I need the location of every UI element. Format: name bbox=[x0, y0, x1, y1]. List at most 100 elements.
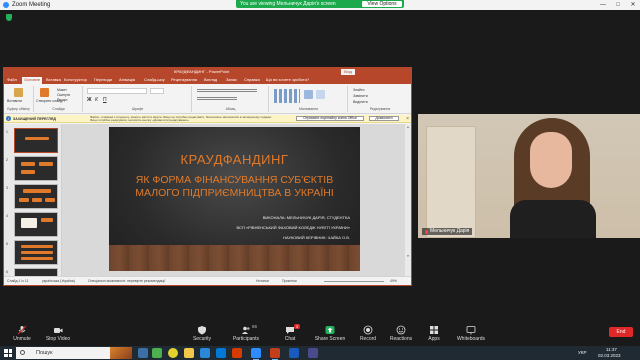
security-button[interactable]: Security bbox=[180, 322, 224, 346]
encryption-shield-icon[interactable] bbox=[6, 14, 12, 21]
slide-thumbnail[interactable] bbox=[14, 240, 58, 265]
edge-icon[interactable] bbox=[200, 348, 210, 358]
section-button[interactable]: Розділ bbox=[57, 98, 67, 102]
tab-file[interactable]: Файл bbox=[7, 77, 17, 82]
reset-button[interactable]: Скинути bbox=[57, 93, 70, 97]
thumb-number: 2 bbox=[6, 158, 8, 162]
scroll-up-icon[interactable]: ▲ bbox=[406, 125, 410, 129]
whiteboard-icon bbox=[466, 326, 476, 335]
word-taskbar-icon[interactable] bbox=[289, 348, 299, 358]
tab-design[interactable]: Конструктор bbox=[64, 77, 87, 82]
end-meeting-button[interactable]: End bbox=[609, 327, 633, 337]
zoom-taskbar-icon[interactable] bbox=[251, 348, 261, 360]
muted-mic-icon bbox=[425, 229, 428, 234]
taskbar-search-box[interactable]: Пошук bbox=[16, 347, 132, 359]
paste-button[interactable]: Вставити bbox=[7, 99, 22, 103]
scroll-down-icon[interactable]: ▼ bbox=[406, 254, 410, 258]
participants-button[interactable]: 86 Participants bbox=[224, 322, 268, 346]
tab-record[interactable]: Запис bbox=[226, 77, 237, 82]
comments-button[interactable]: Примітки bbox=[282, 279, 297, 283]
new-slide-icon[interactable] bbox=[40, 88, 49, 97]
zoom-slider[interactable] bbox=[324, 281, 384, 282]
notes-button[interactable]: Нотатки bbox=[256, 279, 269, 283]
font-size-dropdown[interactable] bbox=[150, 88, 164, 94]
app-taskbar-icon[interactable] bbox=[308, 348, 318, 358]
search-highlight-image bbox=[110, 347, 132, 359]
tab-help[interactable]: Справка bbox=[244, 77, 260, 82]
tab-transitions[interactable]: Переходи bbox=[94, 77, 112, 82]
maximize-button[interactable]: □ bbox=[611, 0, 625, 10]
widgets-icon[interactable] bbox=[152, 348, 162, 358]
protected-view-heading: ЗАХИЩЕНИЙ ПЕРЕГЛЯД bbox=[13, 117, 56, 121]
slide-thumbnail[interactable] bbox=[14, 184, 58, 209]
underline-button[interactable]: П bbox=[103, 97, 107, 103]
slide-thumbnail[interactable] bbox=[14, 128, 58, 153]
file-explorer-icon[interactable] bbox=[184, 348, 194, 358]
store-icon[interactable] bbox=[216, 348, 226, 358]
tab-animations[interactable]: Анімація bbox=[119, 77, 135, 82]
tell-me-search[interactable]: Що ви хочете зробити? bbox=[266, 77, 309, 82]
slide-thumbnail[interactable] bbox=[14, 212, 58, 237]
task-view-icon[interactable] bbox=[138, 348, 148, 358]
language-status[interactable]: українська (Україна) bbox=[42, 279, 75, 283]
minimize-button[interactable]: — bbox=[596, 0, 610, 10]
chat-unread-badge: 3 bbox=[294, 324, 300, 329]
clock-time[interactable]: 11:37 bbox=[606, 347, 617, 352]
get-license-button[interactable]: Отримати ліцензійну копію Office bbox=[296, 116, 364, 121]
tab-slideshow[interactable]: Слайд-шоу bbox=[144, 77, 165, 82]
share-banner: You are viewing Мельничук Дарія's screen… bbox=[236, 0, 404, 8]
slide-counter: Слайд 1 із 11 bbox=[7, 279, 29, 283]
select-button[interactable]: Виділити bbox=[353, 100, 368, 104]
clock-date[interactable]: 02.03.2023 bbox=[598, 353, 621, 358]
view-options-button[interactable]: View Options bbox=[362, 1, 402, 7]
protected-view-text: Файли, отримані з Інтернету, можуть міст… bbox=[90, 115, 272, 123]
tab-view[interactable]: Вигляд bbox=[204, 77, 217, 82]
chrome-icon[interactable] bbox=[168, 348, 178, 358]
shapes-gallery[interactable] bbox=[274, 89, 300, 103]
slide-editing-canvas[interactable]: КРАУДФАНДИНГ ЯК ФОРМА ФІНАНСУВАННЯ СУБ'Є… bbox=[62, 124, 411, 277]
layout-button[interactable]: Макет bbox=[57, 88, 67, 92]
current-slide[interactable]: КРАУДФАНДИНГ ЯК ФОРМА ФІНАНСУВАННЯ СУБ'Є… bbox=[109, 127, 360, 271]
ppt-sign-in-button[interactable]: Вхід bbox=[341, 69, 355, 75]
align-buttons[interactable] bbox=[197, 97, 237, 100]
participant-video[interactable]: Мельничук Дарія bbox=[418, 114, 640, 238]
arrange-icon[interactable] bbox=[304, 90, 313, 99]
paste-icon[interactable] bbox=[14, 88, 23, 97]
replace-button[interactable]: Замінити bbox=[353, 94, 368, 98]
quick-styles-icon[interactable] bbox=[316, 90, 325, 99]
participants-icon bbox=[242, 326, 250, 334]
find-button[interactable]: Знайти bbox=[353, 88, 365, 92]
italic-button[interactable]: К bbox=[95, 97, 98, 103]
slide-thumbnail[interactable] bbox=[14, 156, 58, 181]
input-language[interactable]: УКР bbox=[578, 350, 586, 355]
windows-start-icon[interactable] bbox=[4, 349, 12, 357]
shield-icon bbox=[198, 326, 206, 335]
tab-home[interactable]: Основне bbox=[22, 77, 43, 84]
group-label: Буфер обміну bbox=[7, 107, 30, 111]
list-buttons[interactable] bbox=[197, 89, 257, 92]
zoom-level[interactable]: 49% bbox=[390, 279, 397, 283]
slide-subtitle-line1: ЯК ФОРМА ФІНАНСУВАННЯ СУБ'ЄКТІВ bbox=[135, 174, 334, 186]
office-icon[interactable] bbox=[232, 348, 242, 358]
bold-button[interactable]: Ж bbox=[87, 97, 92, 103]
enable-editing-button[interactable]: Дозволити bbox=[369, 116, 399, 121]
stop-video-button[interactable]: Stop Video bbox=[36, 322, 80, 346]
search-icon bbox=[20, 350, 25, 355]
powerpoint-taskbar-icon[interactable] bbox=[270, 348, 280, 360]
font-name-dropdown[interactable] bbox=[87, 88, 147, 94]
video-background-door bbox=[426, 126, 476, 238]
ribbon-group-drawing: Малювання bbox=[270, 86, 348, 112]
vertical-scrollbar[interactable]: ▲ ▼ bbox=[405, 124, 411, 277]
tab-review[interactable]: Рецензування bbox=[171, 77, 197, 82]
chat-button[interactable]: 3 Chat bbox=[268, 322, 312, 346]
accessibility-status[interactable]: Спеціальні можливості: перевірте рекомен… bbox=[88, 279, 165, 283]
tab-insert[interactable]: Вставка bbox=[46, 77, 61, 82]
close-button[interactable]: ✕ bbox=[626, 0, 640, 10]
thumb-number: 3 bbox=[6, 186, 8, 190]
ribbon-group-clipboard: Вставити Буфер обміну bbox=[4, 86, 34, 112]
microphone-muted-icon bbox=[17, 325, 27, 335]
slide-thumbnails-pane[interactable]: 1 2 3 4 5 6 bbox=[4, 124, 62, 277]
whiteboards-button[interactable]: Whiteboards bbox=[449, 322, 493, 346]
close-icon[interactable]: × bbox=[406, 116, 409, 122]
slide-floor-graphic bbox=[109, 245, 360, 271]
